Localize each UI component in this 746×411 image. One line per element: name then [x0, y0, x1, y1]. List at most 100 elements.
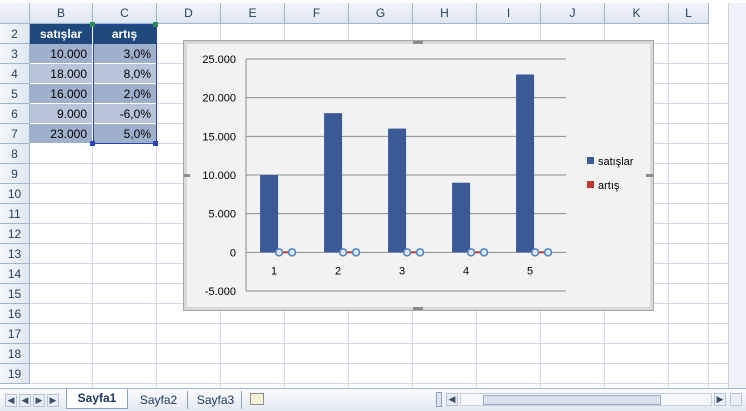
- artis-point: [351, 248, 361, 257]
- artis-point: [479, 248, 489, 257]
- range-handle-bl[interactable]: [90, 141, 95, 146]
- selection-range[interactable]: [93, 24, 157, 144]
- column-header-d[interactable]: D: [157, 3, 221, 24]
- column-header-b[interactable]: B: [30, 3, 93, 24]
- row-header-17[interactable]: 17: [0, 324, 30, 344]
- gridline-horizontal: [30, 383, 728, 384]
- row-header-6[interactable]: 6: [0, 104, 30, 124]
- table-cell[interactable]: 9.000: [30, 104, 93, 124]
- bar-satislar: [324, 113, 343, 253]
- x-tick-label: 2: [335, 265, 341, 277]
- prev-sheet-icon[interactable]: ◀: [19, 394, 31, 407]
- y-tick-label: 10.000: [202, 170, 236, 182]
- worksheet: BCDEFGHIJKL 2 3 4 5 6 7 8 9 10 11 12 13 14 15 16 17 18 19…: [0, 0, 746, 411]
- row-header-18[interactable]: 18: [0, 344, 30, 364]
- table-header-cell[interactable]: satışlar: [30, 24, 93, 44]
- horizontal-scrollbar[interactable]: [460, 393, 712, 406]
- y-tick-label: 5.000: [208, 209, 236, 221]
- select-all-corner[interactable]: [0, 3, 30, 24]
- artis-point: [274, 248, 284, 257]
- scroll-thumb[interactable]: [483, 395, 661, 405]
- x-tick-label: 5: [527, 265, 533, 277]
- next-sheet-icon[interactable]: ▶: [33, 394, 45, 407]
- row-header-3[interactable]: 3: [0, 44, 30, 64]
- chart-object[interactable]: 25.000 20.000 15.000 10.000 5.000 0 -5.000 1 2 3 4…: [180, 40, 656, 311]
- last-sheet-icon[interactable]: ▶: [47, 394, 59, 407]
- vertical-scrollbar[interactable]: [728, 3, 746, 388]
- row-header-2[interactable]: 2: [0, 24, 30, 44]
- tab-label: Sayfa1: [77, 391, 117, 405]
- row-header-10[interactable]: 10: [0, 184, 30, 204]
- first-sheet-icon[interactable]: ◀: [5, 394, 17, 407]
- table-cell[interactable]: 16.000: [30, 84, 93, 104]
- row-header-16[interactable]: 16: [0, 304, 30, 324]
- column-header-c[interactable]: C: [93, 3, 157, 24]
- chart-resize-handle: [413, 307, 423, 310]
- row-header-14[interactable]: 14: [0, 264, 30, 284]
- tab-sayfa2[interactable]: Sayfa2: [130, 391, 188, 409]
- column-header-i[interactable]: I: [477, 3, 541, 24]
- tab-label: Sayfa3: [196, 393, 235, 407]
- range-handle-tr[interactable]: [153, 22, 158, 27]
- chart-canvas: 25.000 20.000 15.000 10.000 5.000 0 -5.000 1 2 3 4…: [180, 41, 656, 310]
- artis-point: [530, 248, 540, 257]
- row-header-11[interactable]: 11: [0, 204, 30, 224]
- gridline-horizontal: [30, 343, 728, 344]
- artis-point: [402, 248, 412, 257]
- tab-sayfa3[interactable]: Sayfa3: [190, 391, 242, 409]
- chart-resize-handle: [413, 41, 423, 44]
- artis-point: [415, 248, 425, 257]
- x-tick-label: 1: [271, 265, 277, 277]
- bar-satislar: [388, 128, 407, 253]
- range-handle-tl[interactable]: [90, 22, 95, 27]
- legend-swatch: [587, 181, 594, 188]
- y-tick-label: 15.000: [202, 131, 236, 143]
- fill-handle[interactable]: [153, 141, 158, 146]
- row-header-7[interactable]: 7: [0, 124, 30, 144]
- scroll-right-icon[interactable]: ▶: [714, 393, 726, 406]
- y-tick-label: 25.000: [202, 54, 236, 66]
- artis-point: [466, 248, 476, 257]
- column-header-e[interactable]: E: [221, 3, 285, 24]
- row-header-4[interactable]: 4: [0, 64, 30, 84]
- gridline-horizontal: [30, 363, 728, 364]
- tab-split-handle[interactable]: [436, 392, 442, 407]
- column-header-f[interactable]: F: [285, 3, 349, 24]
- row-header-9[interactable]: 9: [0, 164, 30, 184]
- row-header-13[interactable]: 13: [0, 244, 30, 264]
- gridline-horizontal: [30, 323, 728, 324]
- chart-resize-handle: [646, 174, 656, 177]
- tab-label: Sayfa2: [139, 393, 178, 407]
- x-tick-label: 3: [399, 265, 405, 277]
- row-header-15[interactable]: 15: [0, 284, 30, 304]
- artis-point: [543, 248, 553, 257]
- bar-satislar: [260, 175, 279, 253]
- tab-sayfa1[interactable]: Sayfa1: [66, 389, 128, 409]
- table-cell[interactable]: 18.000: [30, 64, 93, 84]
- table-cell[interactable]: 23.000: [30, 124, 93, 144]
- gridline-vertical: [668, 24, 669, 388]
- artis-point: [338, 248, 348, 257]
- column-header-l[interactable]: L: [669, 3, 709, 24]
- legend-label: artış: [598, 180, 620, 192]
- row-header-5[interactable]: 5: [0, 84, 30, 104]
- column-header-k[interactable]: K: [605, 3, 669, 24]
- table-cell[interactable]: 10.000: [30, 44, 93, 64]
- bar-satislar: [516, 74, 535, 253]
- row-header-19[interactable]: 19: [0, 364, 30, 384]
- y-tick-label: 0: [230, 247, 236, 259]
- chart-resize-handle: [180, 174, 190, 177]
- scroll-left-icon[interactable]: ◀: [446, 393, 458, 406]
- row-header-8[interactable]: 8: [0, 144, 30, 164]
- sheet-tab-bar: ◀ ◀ ▶ ▶ Sayfa1 Sayfa2 Sayfa3 ◀ ▶: [0, 388, 746, 411]
- row-header-12[interactable]: 12: [0, 224, 30, 244]
- y-tick-label: -5.000: [205, 286, 236, 298]
- gridline-vertical: [708, 24, 709, 388]
- view-split-icon[interactable]: [730, 393, 742, 406]
- column-header-g[interactable]: G: [349, 3, 413, 24]
- legend-label: satışlar: [598, 156, 634, 168]
- legend-swatch: [587, 157, 594, 164]
- column-header-j[interactable]: J: [541, 3, 605, 24]
- column-header-h[interactable]: H: [413, 3, 477, 24]
- insert-sheet-icon[interactable]: [250, 393, 264, 405]
